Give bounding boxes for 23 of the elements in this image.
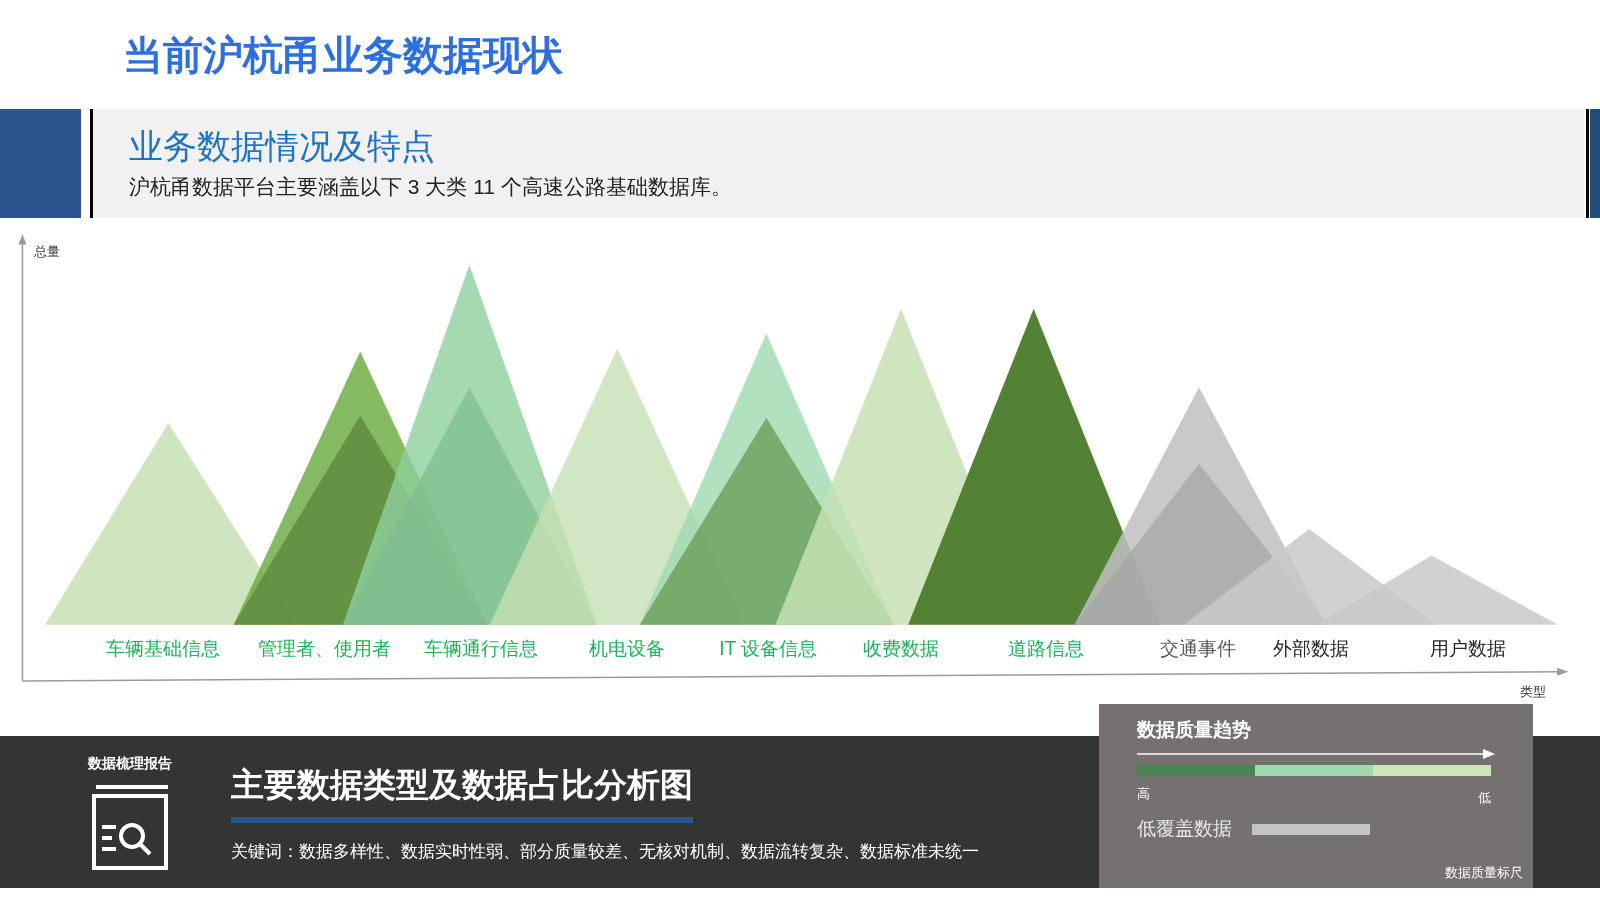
icon-label: 数据梳理报告	[88, 753, 172, 773]
footer-title: 主要数据类型及数据占比分析图	[231, 764, 694, 805]
low-label: 低	[1478, 788, 1491, 807]
panel-caption: 数据质量标尺	[1445, 863, 1523, 882]
high-label: 高	[1137, 784, 1150, 803]
axis-label: 总量	[33, 243, 60, 259]
category-label: IT 设备信息	[719, 637, 818, 660]
category-label: 用户数据	[1430, 637, 1507, 660]
category-label: 车辆基础信息	[106, 637, 221, 660]
section-subtitle: 沪杭甬数据平台主要涵盖以下 3 大类 11 个高速公路基础数据库。	[129, 174, 733, 200]
category-label: 交通事件	[1159, 637, 1236, 660]
axis-label: 类型	[1520, 684, 1547, 700]
page-title: 当前沪杭甬业务数据现状	[123, 34, 563, 75]
category-label: 车辆通行信息	[423, 637, 538, 660]
category-label: 管理者、使用者	[257, 637, 391, 660]
category-label: 道路信息	[1007, 637, 1084, 660]
legend-label: 低覆盖数据	[1137, 817, 1232, 841]
category-label: 外部数据	[1273, 637, 1350, 660]
panel-title: 数据质量趋势	[1137, 718, 1252, 742]
category-label: 机电设备	[588, 637, 665, 660]
category-label: 收费数据	[863, 637, 940, 660]
keywords-text: 关键词：数据多样性、数据实时性弱、部分质量较差、无核对机制、数据流转复杂、数据标准未统一	[231, 841, 979, 863]
section-title: 业务数据情况及特点	[129, 125, 436, 167]
